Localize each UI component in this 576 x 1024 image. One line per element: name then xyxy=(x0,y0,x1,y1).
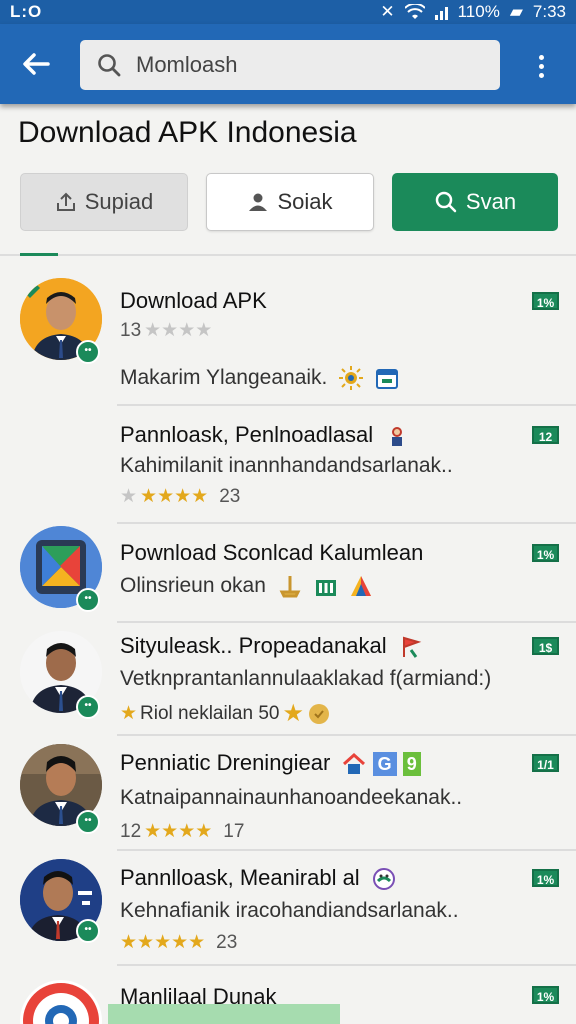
star-icon: ★ xyxy=(120,703,138,724)
star-icon: ★★★★ xyxy=(144,821,213,842)
rating-value: 23 xyxy=(216,931,238,953)
app-toolbar xyxy=(0,24,576,104)
list-item[interactable]: •• Penniatic Dreningiear G 9 Katnaipanna… xyxy=(0,736,576,850)
item-subtitle: Kehnafianik iracohandiandsarlanak.. xyxy=(120,899,459,922)
update-badge: 1% xyxy=(532,869,559,887)
upload-icon xyxy=(56,192,75,211)
status-left-icons: L:O xyxy=(10,2,43,21)
item-subtitle: Katnaipannainaunhanoandeekanak.. xyxy=(120,786,463,809)
search-input[interactable] xyxy=(136,52,466,78)
back-button[interactable] xyxy=(18,46,58,86)
item-title: Sityuleask.. Propeadanakal xyxy=(120,633,423,659)
lamp-icon xyxy=(279,576,301,598)
star-icon: ★★★★ xyxy=(144,320,213,341)
search-icon xyxy=(435,191,457,213)
list-item[interactable]: •• Sityuleask.. Propeadanakal Vetknprant… xyxy=(0,623,576,735)
online-status-icon: •• xyxy=(76,810,100,834)
more-options-button[interactable] xyxy=(526,46,556,86)
bottom-snackbar xyxy=(108,1004,340,1024)
rating-count: 12 xyxy=(120,820,142,842)
rating-value: 23 xyxy=(219,485,241,507)
g-logo-icon: G xyxy=(372,752,397,777)
item-rating: ★ ★★★★ 23 xyxy=(120,485,240,508)
list-item[interactable]: •• Pannlloask, Meanirabl al Kehnafianik … xyxy=(0,851,576,965)
building-icon xyxy=(315,580,336,597)
search-button-label: Svan xyxy=(465,189,517,214)
clock: 7:33 xyxy=(532,2,566,21)
triangle-logo-icon xyxy=(351,576,372,597)
update-badge: 1% xyxy=(532,544,559,562)
page-title: Download APK Indonesia xyxy=(18,116,357,149)
item-rating: ★★★★★ 23 xyxy=(120,931,237,954)
avatar xyxy=(20,980,102,1024)
social-button[interactable]: Soiak xyxy=(206,173,374,231)
person-icon xyxy=(249,193,268,211)
calendar-icon xyxy=(376,369,399,390)
online-status-icon: •• xyxy=(76,340,100,364)
wifi-icon xyxy=(404,4,425,19)
signal-icon xyxy=(434,5,448,20)
online-status-icon: •• xyxy=(76,588,100,612)
rating-value: 17 xyxy=(223,820,245,842)
item-subtitle: Vetknprantanlannulaaklakad f(armiand:) xyxy=(120,667,492,690)
item-title: Pownload Sconlcad Kalumlean xyxy=(120,540,424,565)
more-vertical-icon xyxy=(538,54,544,60)
update-badge: 1$ xyxy=(532,637,559,655)
status-bar: L:O ✕ 110% ▰ 7:33 xyxy=(0,0,576,24)
update-badge: 1% xyxy=(532,292,559,310)
face-icon xyxy=(372,868,395,891)
search-button[interactable]: Svan xyxy=(392,173,558,231)
search-bar[interactable] xyxy=(80,40,500,90)
upload-button-label: Supiad xyxy=(84,189,154,214)
search-icon xyxy=(98,54,121,77)
battery-level: 110% xyxy=(457,2,500,21)
item-rating: 13 ★★★★ xyxy=(120,319,212,342)
item-rating: 12 ★★★★ 17 xyxy=(120,820,244,843)
status-right: ✕ 110% ▰ 7:33 xyxy=(380,2,566,22)
list-item[interactable]: Pannloask, Penlnoadlasal Kahimilanit ina… xyxy=(0,406,576,523)
item-title: Download APK xyxy=(120,288,267,313)
character-icon xyxy=(392,427,403,447)
item-title: Penniatic Dreningiear G 9 xyxy=(120,750,421,777)
item-subtitle: Olinsrieun okan xyxy=(120,574,373,598)
flag-icon xyxy=(402,636,422,659)
item-subtitle: Kahimilanit inannhandandsarlanak.. xyxy=(120,454,453,477)
online-status-icon: •• xyxy=(76,695,100,719)
online-status-icon: •• xyxy=(76,919,100,943)
update-badge: 12 xyxy=(532,426,559,444)
rating-count: 13 xyxy=(120,319,142,341)
star-icon: ★ xyxy=(120,486,138,507)
action-row: Supiad Soiak Svan xyxy=(20,173,560,231)
item-subtitle: Makarim Ylangeanaik. xyxy=(120,366,399,391)
house-icon xyxy=(343,753,366,775)
upload-button[interactable]: Supiad xyxy=(20,173,188,231)
sun-icon xyxy=(339,366,364,391)
star-icon: ★★★★★ xyxy=(120,932,206,953)
nine-icon: 9 xyxy=(402,752,421,777)
social-button-label: Soiak xyxy=(277,189,333,214)
list-item[interactable]: •• Download APK 13 ★★★★ Makarim Ylangean… xyxy=(0,256,576,406)
no-sim-icon: ✕ xyxy=(380,2,395,21)
star-icon: ★ xyxy=(282,700,304,727)
update-badge: 1/1 xyxy=(532,754,559,772)
list-item[interactable]: •• Pownload Sconlcad Kalumlean Olinsrieu… xyxy=(0,524,576,632)
item-title: Pannlloask, Meanirabl al xyxy=(120,865,396,891)
battery-icon: ▰ xyxy=(509,2,523,21)
arrow-left-icon xyxy=(23,53,50,75)
update-badge: 1% xyxy=(532,986,559,1004)
item-title: Pannloask, Penlnoadlasal xyxy=(120,422,409,448)
star-icon: ★★★★ xyxy=(140,486,209,507)
coin-icon xyxy=(308,703,329,724)
item-meta: ★ Riol neklailan 50 ★ xyxy=(120,699,331,728)
